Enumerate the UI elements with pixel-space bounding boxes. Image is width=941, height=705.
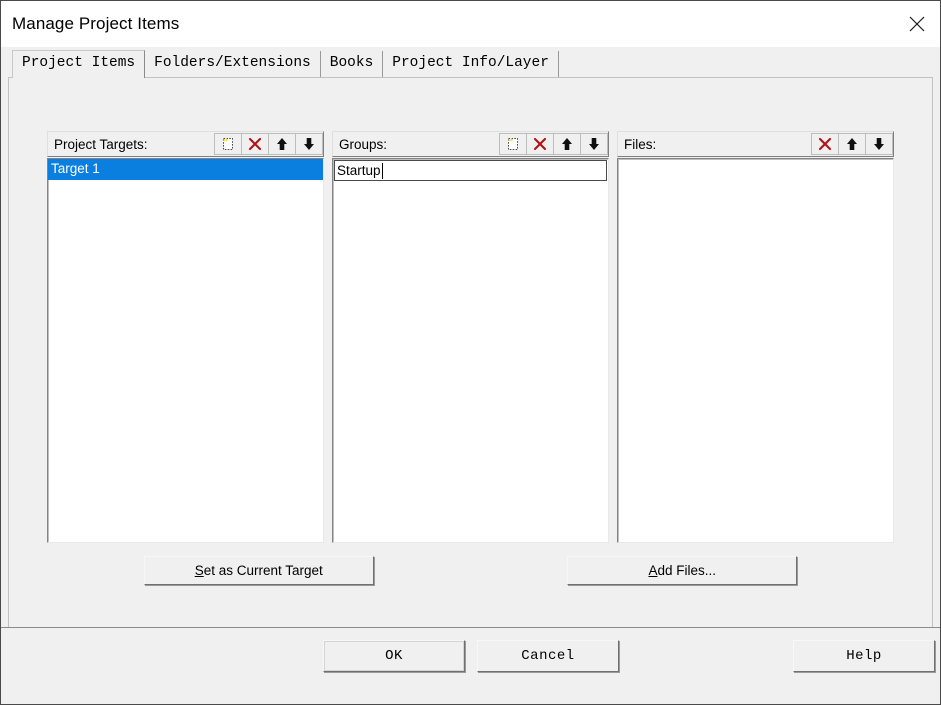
delete-icon[interactable] <box>526 133 554 155</box>
tab-page-project-items: Project Targets: Target 1 Groups: Startu… <box>8 77 933 627</box>
new-item-icon[interactable] <box>499 133 527 155</box>
action-left: Set as Current Target <box>47 556 471 586</box>
tab-label: Project Items <box>22 55 136 71</box>
tab-folders-extensions[interactable]: Folders/Extensions <box>145 51 321 77</box>
tab-project-items[interactable]: Project Items <box>12 50 146 78</box>
dialog-footer: OK Cancel Help <box>1 627 940 704</box>
tab-label: Folders/Extensions <box>154 55 311 71</box>
close-icon[interactable] <box>894 1 940 47</box>
add-files-label: dd Files... <box>657 563 717 578</box>
accelerator-letter: A <box>648 563 658 578</box>
delete-icon[interactable] <box>241 133 269 155</box>
files-header: Files: <box>617 131 894 157</box>
project-targets-header: Project Targets: <box>47 131 324 157</box>
tab-label: Books <box>329 55 374 71</box>
window-title: Manage Project Items <box>12 14 180 33</box>
set-as-current-target-label: et as Current Target <box>203 563 323 578</box>
files-toolbar <box>811 132 893 156</box>
project-targets-toolbar <box>214 132 323 156</box>
project-targets-label: Project Targets: <box>54 136 148 152</box>
manage-project-items-dialog: Manage Project Items Project Items Folde… <box>0 0 941 705</box>
text-caret <box>381 162 383 179</box>
move-up-icon[interactable] <box>268 133 296 155</box>
panels-container: Project Targets: Target 1 Groups: Startu… <box>47 131 894 543</box>
groups-header: Groups: <box>332 131 609 157</box>
groups-toolbar <box>499 132 608 156</box>
move-down-icon[interactable] <box>865 133 893 155</box>
panel-groups: Groups: Startup <box>332 131 609 543</box>
cancel-button[interactable]: Cancel <box>477 640 619 672</box>
panel-files: Files: <box>617 131 894 543</box>
ok-button[interactable]: OK <box>323 640 465 672</box>
tab-books[interactable]: Books <box>320 51 384 77</box>
project-targets-listbox[interactable]: Target 1 <box>47 158 324 543</box>
tab-label: Project Info/Layer <box>392 55 549 71</box>
delete-icon[interactable] <box>811 133 839 155</box>
files-listbox[interactable] <box>617 158 894 543</box>
files-label: Files: <box>624 136 657 152</box>
groups-listbox[interactable]: Startup <box>332 158 609 543</box>
move-down-icon[interactable] <box>295 133 323 155</box>
groups-edit-wrap: Startup <box>333 159 608 181</box>
set-as-current-target-button[interactable]: Set as Current Target <box>143 556 374 585</box>
add-files-button[interactable]: Add Files... <box>567 556 798 585</box>
panel-project-targets: Project Targets: Target 1 <box>47 131 324 543</box>
move-down-icon[interactable] <box>580 133 608 155</box>
action-row: Set as Current Target Add Files... <box>47 556 894 586</box>
help-button[interactable]: Help <box>793 640 935 672</box>
titlebar: Manage Project Items <box>1 1 940 47</box>
new-item-icon[interactable] <box>214 133 242 155</box>
move-up-icon[interactable] <box>838 133 866 155</box>
group-name-input[interactable]: Startup <box>334 160 607 181</box>
list-item[interactable]: Target 1 <box>48 159 323 180</box>
action-right: Add Files... <box>471 556 895 586</box>
groups-label: Groups: <box>339 136 388 152</box>
group-name-value: Startup <box>337 163 381 178</box>
accelerator-letter: S <box>194 563 204 578</box>
move-up-icon[interactable] <box>553 133 581 155</box>
tab-project-info-layer[interactable]: Project Info/Layer <box>383 51 559 77</box>
tab-strip: Project Items Folders/Extensions Books P… <box>1 47 940 78</box>
